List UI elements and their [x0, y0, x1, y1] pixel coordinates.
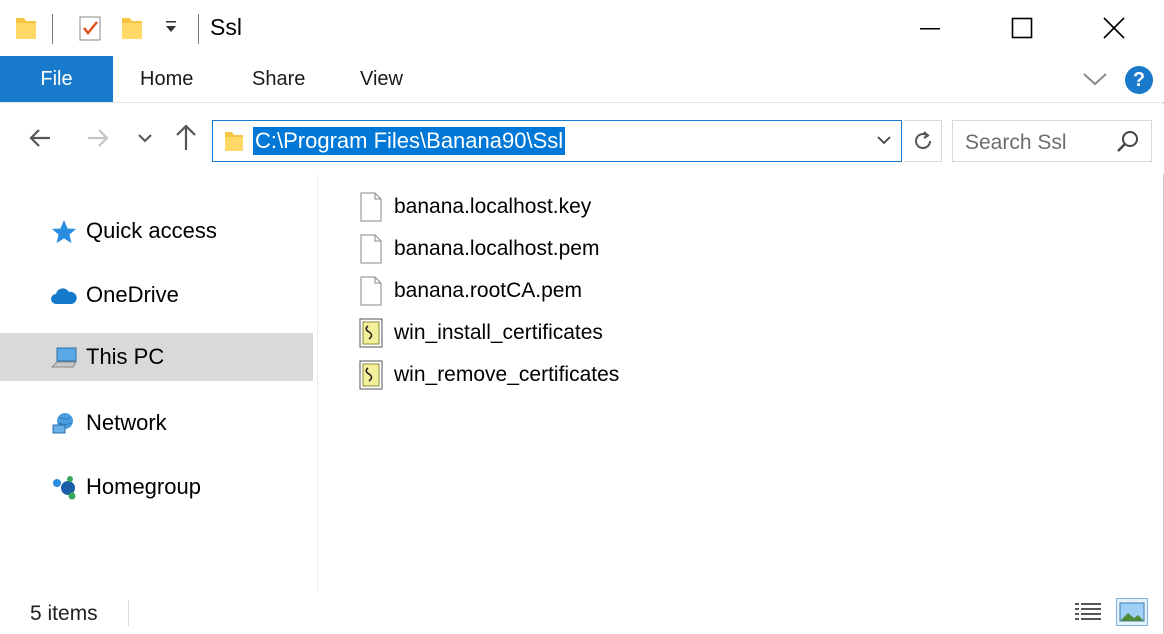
search-icon	[1115, 129, 1141, 160]
sidebar-item-this-pc[interactable]: This PC	[0, 333, 313, 381]
file-name: banana.localhost.key	[394, 195, 592, 218]
toolbar-separator	[52, 14, 53, 44]
file-name: win_remove_certificates	[394, 363, 620, 386]
homegroup-icon	[50, 475, 78, 501]
file-icon	[360, 192, 382, 222]
refresh-button[interactable]	[904, 120, 942, 162]
close-button[interactable]	[1068, 0, 1160, 56]
folder-icon[interactable]	[14, 14, 38, 47]
status-bar: 5 items	[0, 592, 1164, 634]
recent-locations-chevron-icon[interactable]	[136, 130, 154, 151]
maximize-button[interactable]	[976, 0, 1068, 56]
sidebar-item-label: Quick access	[86, 218, 217, 243]
ribbon: File Home Share View ?	[0, 56, 1164, 103]
list-item[interactable]: win_install_certificates	[358, 312, 603, 354]
customize-dropdown-icon[interactable]	[164, 20, 178, 39]
new-folder-icon[interactable]	[120, 14, 144, 47]
script-icon	[359, 360, 383, 390]
details-view-button[interactable]	[1072, 598, 1104, 626]
script-icon	[359, 318, 383, 348]
search-placeholder: Search Ssl	[965, 131, 1067, 154]
item-count: 5 items	[30, 602, 98, 625]
sidebar-item-onedrive[interactable]: OneDrive	[0, 271, 313, 319]
network-icon	[50, 411, 78, 437]
up-arrow-icon[interactable]	[172, 122, 200, 157]
back-arrow-icon[interactable]	[26, 124, 54, 157]
file-name: banana.localhost.pem	[394, 237, 600, 260]
minimize-button[interactable]	[884, 0, 976, 56]
file-list: banana.localhost.key banana.localhost.pe…	[318, 174, 1163, 592]
folder-icon	[223, 129, 245, 158]
window-title: Ssl	[210, 14, 242, 40]
sidebar-item-quick-access[interactable]: Quick access	[0, 207, 313, 255]
refresh-icon	[914, 131, 931, 150]
file-name: win_install_certificates	[394, 321, 603, 344]
sidebar-item-label: Network	[86, 410, 167, 435]
cloud-icon	[50, 283, 78, 309]
address-bar[interactable]: C:\Program Files\Banana90\Ssl	[212, 120, 902, 162]
file-icon	[360, 276, 382, 306]
file-icon	[360, 234, 382, 264]
list-item[interactable]: banana.localhost.pem	[358, 228, 599, 270]
sidebar-item-label: This PC	[86, 344, 165, 369]
sidebar-item-label: Homegroup	[86, 474, 201, 499]
explorer-window: Ssl File Home Share View ? C:\Program Fi…	[0, 0, 1164, 634]
address-path[interactable]: C:\Program Files\Banana90\Ssl	[253, 127, 566, 155]
computer-icon	[50, 345, 78, 371]
navigation-bar: C:\Program Files\Banana90\Ssl Search Ssl	[0, 104, 1164, 174]
forward-arrow-icon[interactable]	[84, 124, 112, 157]
star-icon	[50, 219, 78, 245]
toolbar-separator	[198, 14, 199, 44]
expand-ribbon-chevron-icon[interactable]	[1082, 68, 1108, 95]
search-input[interactable]: Search Ssl	[952, 120, 1152, 162]
large-icons-view-button[interactable]	[1116, 598, 1148, 626]
maximize-icon	[1011, 17, 1033, 39]
list-item[interactable]: win_remove_certificates	[358, 354, 619, 396]
list-item[interactable]: banana.localhost.key	[358, 186, 591, 228]
tab-view[interactable]: View	[360, 56, 403, 102]
details-view-icon	[1075, 603, 1101, 620]
file-name: banana.rootCA.pem	[394, 279, 582, 302]
status-separator	[128, 600, 129, 626]
title-bar: Ssl	[0, 0, 1164, 56]
address-dropdown-icon[interactable]	[875, 131, 893, 154]
sidebar-item-homegroup[interactable]: Homegroup	[0, 463, 313, 511]
minimize-icon	[920, 28, 940, 30]
properties-icon[interactable]	[76, 14, 104, 47]
sidebar-item-network[interactable]: Network	[0, 399, 313, 447]
tab-share[interactable]: Share	[252, 56, 305, 102]
list-item[interactable]: banana.rootCA.pem	[358, 270, 582, 312]
navigation-pane: Quick access OneDrive This PC Network Ho…	[0, 174, 318, 592]
close-icon	[1103, 17, 1125, 39]
tab-file[interactable]: File	[0, 56, 113, 102]
tab-home[interactable]: Home	[140, 56, 193, 102]
help-button[interactable]: ?	[1125, 66, 1153, 94]
sidebar-item-label: OneDrive	[86, 282, 179, 307]
large-icons-view-icon	[1119, 602, 1145, 622]
